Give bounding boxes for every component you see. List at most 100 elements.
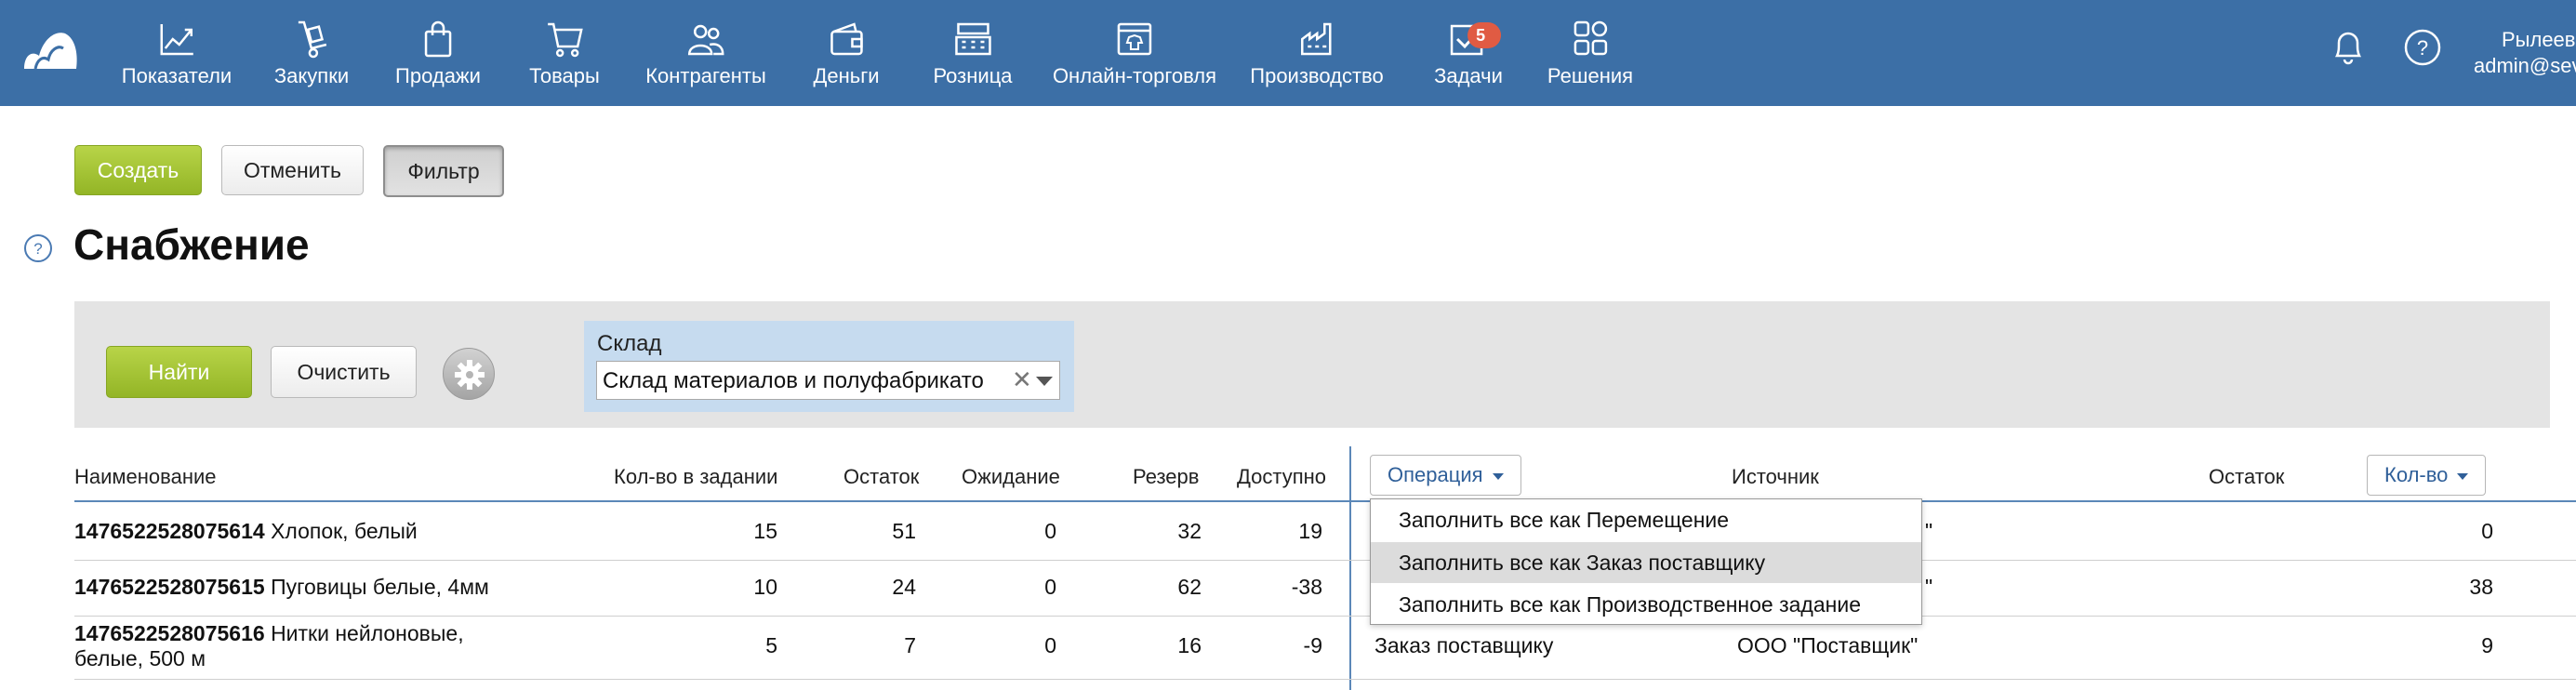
item-name-cell[interactable]: 1476522528075614 Хлопок, белый xyxy=(74,519,418,544)
nav-item-label: Товары xyxy=(529,64,600,87)
nav-item-retail[interactable]: Розница xyxy=(933,19,1013,93)
task-qty-cell: 10 xyxy=(753,575,777,599)
chevron-down-icon[interactable] xyxy=(1036,377,1053,386)
help-icon[interactable]: ? xyxy=(2403,28,2442,67)
chevron-down-icon xyxy=(1492,472,1504,480)
waiting-cell: 0 xyxy=(1044,575,1056,599)
qty-column-menu-button[interactable]: Кол-во xyxy=(2367,455,2487,496)
column-divider xyxy=(1349,446,1351,690)
nav-item-products[interactable]: Товары xyxy=(529,19,600,93)
available-cell: 19 xyxy=(1298,519,1322,543)
item-code: 1476522528075616 xyxy=(74,621,265,645)
cash-register-icon xyxy=(954,22,991,56)
stock-2-cell: 38 xyxy=(2469,575,2493,599)
stock-cell: 7 xyxy=(904,633,916,657)
nav-item-label: Показатели xyxy=(121,64,232,87)
page-help-icon[interactable]: ? xyxy=(22,232,54,264)
nav-item-sales[interactable]: Продажи xyxy=(395,19,481,93)
online-shop-icon xyxy=(1117,22,1152,56)
clear-filter-button[interactable]: Очистить xyxy=(271,346,417,398)
row-divider xyxy=(74,616,2576,617)
col-header-stock[interactable]: Остаток xyxy=(843,465,919,489)
filter-settings-button[interactable] xyxy=(443,348,495,400)
nav-item-label: Производство xyxy=(1250,64,1384,87)
page-title: Снабжение xyxy=(73,220,310,269)
reserve-cell: 16 xyxy=(1177,633,1202,657)
chevron-down-icon xyxy=(2457,472,2469,480)
warehouse-select-value: Склад материалов и полуфабрикато xyxy=(603,368,984,393)
menu-item-fill-all-supplier-order[interactable]: Заполнить все как Заказ поставщику xyxy=(1371,542,1921,583)
nav-item-label: Решения xyxy=(1547,64,1634,87)
notifications-bell-icon[interactable] xyxy=(2328,26,2369,67)
task-qty-cell: 5 xyxy=(765,633,777,657)
nav-item-label: Продажи xyxy=(395,64,481,87)
col-header-task-qty[interactable]: Кол-во в задании xyxy=(614,465,777,489)
factory-icon xyxy=(1300,22,1332,56)
gear-icon xyxy=(455,360,485,390)
shopping-cart-icon xyxy=(548,22,583,58)
col-header-available[interactable]: Доступно xyxy=(1237,465,1326,489)
nav-item-counterparties[interactable]: Контрагенты xyxy=(645,19,766,93)
top-navigation-bar: Показатели Закупки Продажи Товары Контра… xyxy=(0,0,2576,106)
available-cell: -9 xyxy=(1303,633,1322,657)
clear-selection-icon[interactable]: ✕ xyxy=(1012,365,1032,394)
source-cell[interactable]: ООО "Поставщик" xyxy=(1737,633,1918,658)
col-header-stock-2[interactable]: Остаток xyxy=(2209,465,2284,489)
nav-item-production[interactable]: Производство xyxy=(1250,19,1384,93)
cancel-button[interactable]: Отменить xyxy=(221,145,364,195)
user-email: admin@sev xyxy=(2474,54,2576,77)
nav-item-label: Деньги xyxy=(813,64,880,87)
nav-item-money[interactable]: Деньги xyxy=(813,19,880,93)
stock-2-cell: 0 xyxy=(2481,519,2493,543)
operation-dropdown-menu: Заполнить все как Перемещение Заполнить … xyxy=(1370,498,1922,625)
shopping-bag-icon xyxy=(424,20,452,58)
nav-item-label: Онлайн-торговля xyxy=(1052,64,1217,87)
task-qty-cell: 15 xyxy=(753,519,777,543)
menu-item-fill-all-production-task[interactable]: Заполнить все как Производственное задан… xyxy=(1371,584,1921,625)
col-header-reserve[interactable]: Резерв xyxy=(1133,465,1199,489)
solutions-grid-icon xyxy=(1573,20,1608,56)
wallet-icon xyxy=(830,22,863,56)
source-cell[interactable]: " xyxy=(1925,519,1932,544)
waiting-cell: 0 xyxy=(1044,519,1056,543)
waiting-cell: 0 xyxy=(1044,633,1056,657)
reserve-cell: 32 xyxy=(1177,519,1202,543)
item-name-cell[interactable]: 1476522528075615 Пуговицы белые, 4мм xyxy=(74,575,489,600)
user-menu[interactable]: Рылеев admin@sev xyxy=(2474,28,2576,78)
nav-item-label: Розница xyxy=(933,64,1013,87)
col-header-name[interactable]: Наименование xyxy=(74,465,217,489)
nav-item-label: Задачи xyxy=(1434,64,1503,87)
nav-item-label: Закупки xyxy=(273,64,350,87)
nav-item-indicators[interactable]: Показатели xyxy=(122,19,232,93)
col-header-waiting[interactable]: Ожидание xyxy=(962,465,1060,489)
chart-icon xyxy=(160,24,193,56)
svg-text:?: ? xyxy=(33,240,42,258)
nav-item-purchases[interactable]: Закупки xyxy=(274,19,349,93)
row-divider xyxy=(74,679,2576,680)
source-cell[interactable]: " xyxy=(1925,575,1932,600)
cart-dolly-icon xyxy=(298,20,327,59)
find-button[interactable]: Найти xyxy=(106,346,252,398)
row-divider xyxy=(74,560,2576,561)
menu-item-fill-all-transfer[interactable]: Заполнить все как Перемещение xyxy=(1371,499,1921,540)
stock-cell: 51 xyxy=(892,519,916,543)
nav-item-solutions[interactable]: Решения xyxy=(1547,19,1633,93)
app-logo-icon[interactable] xyxy=(22,28,78,71)
item-name: Хлопок, белый xyxy=(271,519,418,543)
filter-toggle-button[interactable]: Фильтр xyxy=(383,145,504,197)
create-button[interactable]: Создать xyxy=(74,145,202,195)
col-header-source[interactable]: Источник xyxy=(1732,465,1819,489)
item-code: 1476522528075615 xyxy=(74,575,265,599)
people-icon xyxy=(687,24,724,56)
warehouse-select[interactable]: Склад материалов и полуфабрикато ✕ xyxy=(596,361,1060,400)
available-cell: -38 xyxy=(1291,575,1322,599)
operation-column-menu-button[interactable]: Операция xyxy=(1370,455,1521,496)
operation-cell[interactable]: Заказ поставщику xyxy=(1374,633,1553,658)
item-name: Пуговицы белые, 4мм xyxy=(271,575,489,599)
nav-item-online-trade[interactable]: Онлайн-торговля xyxy=(1053,19,1216,93)
item-name: Нитки нейлоновые, xyxy=(271,621,464,645)
item-name-cell[interactable]: 1476522528075616 Нитки нейлоновые, белые… xyxy=(74,621,464,671)
nav-item-tasks[interactable]: 5 Задачи xyxy=(1434,19,1503,93)
svg-text:?: ? xyxy=(2417,36,2428,60)
warehouse-label: Склад xyxy=(597,331,662,356)
